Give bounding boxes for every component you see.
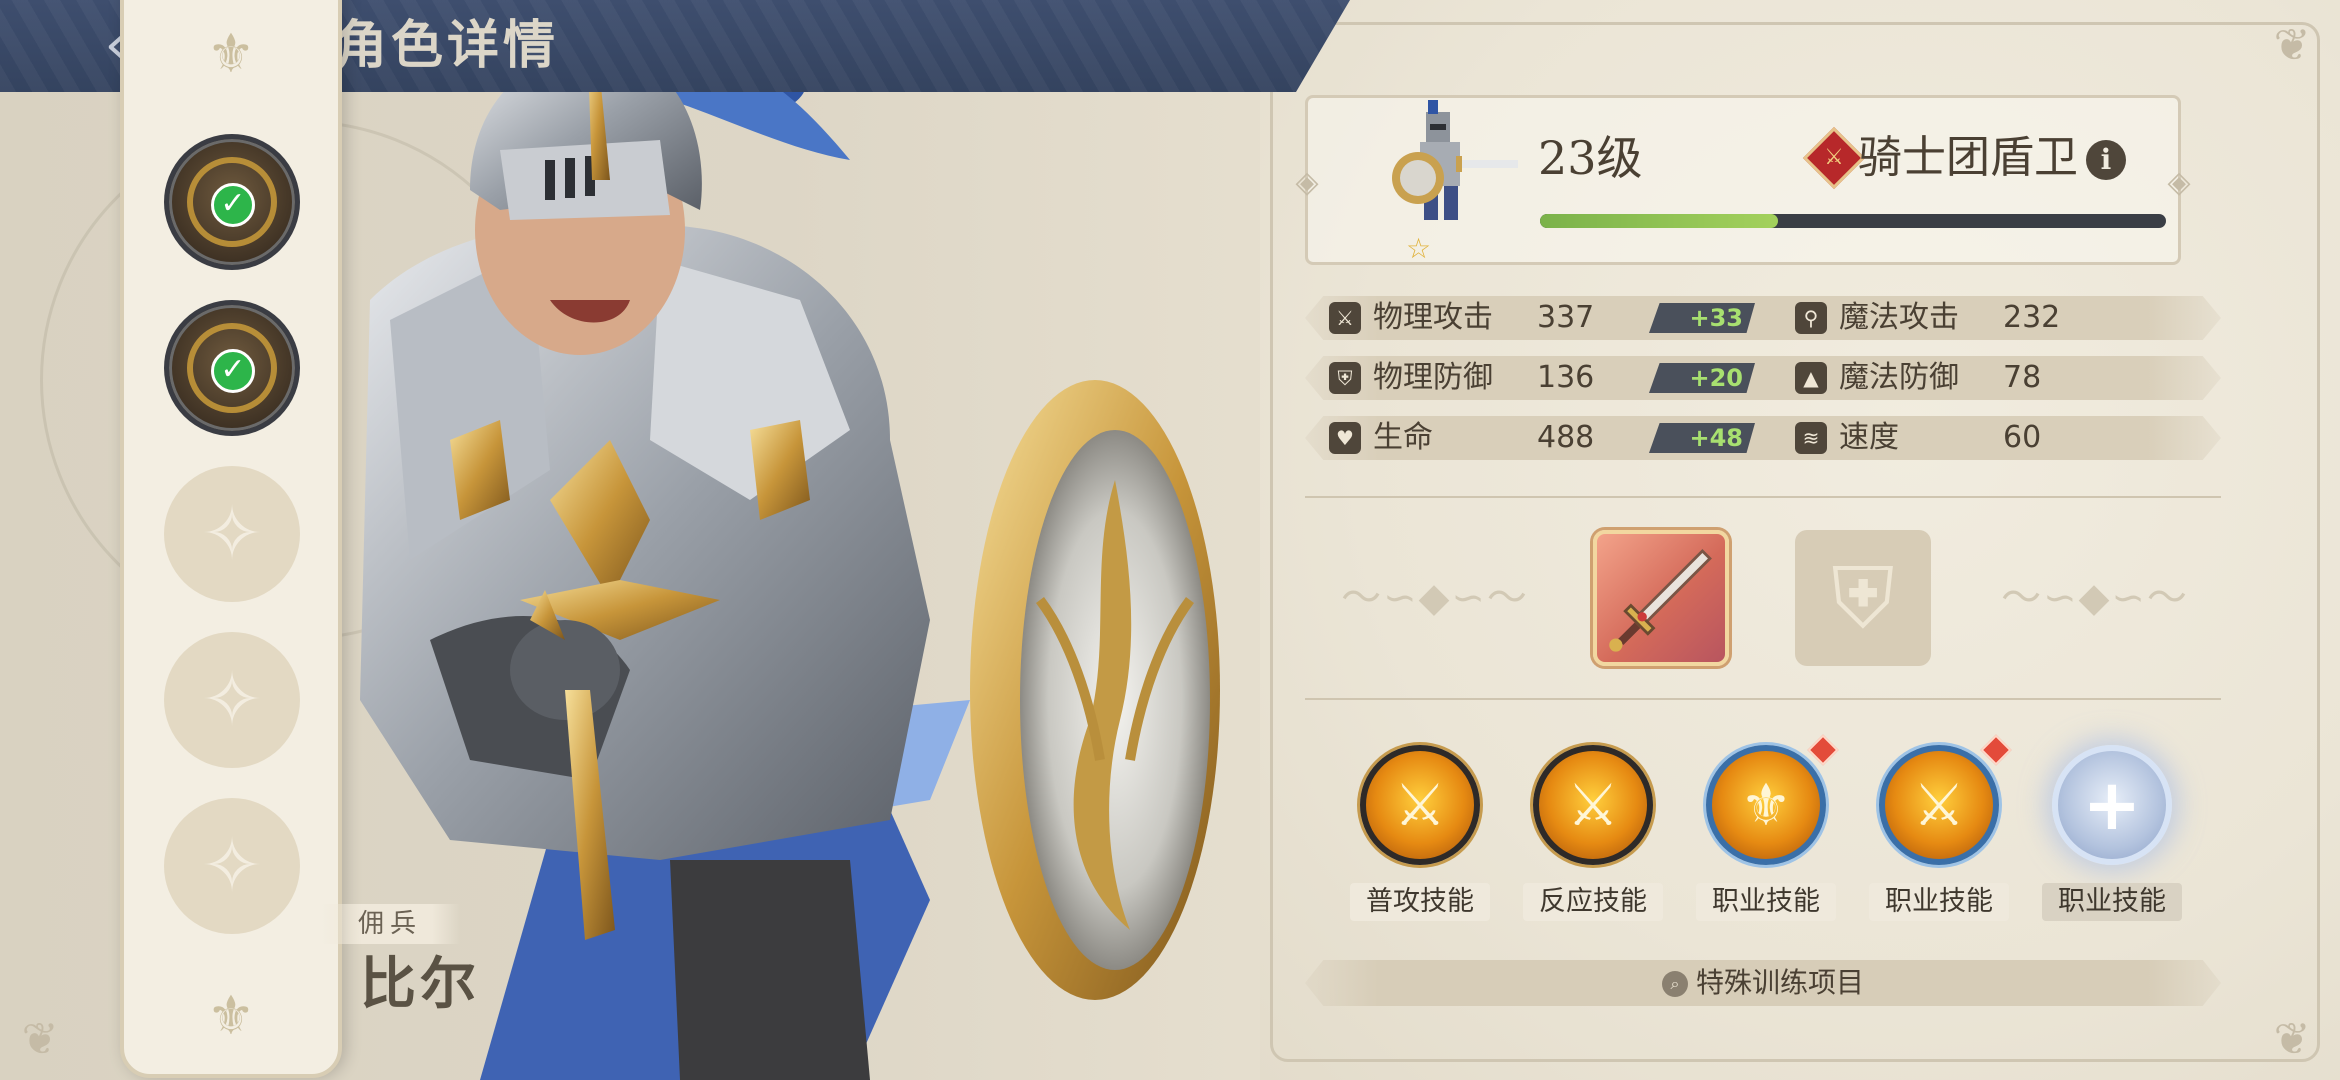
sidebar-slot-empty[interactable]: ✧ — [164, 798, 300, 934]
fleur-de-lis-icon: ⚜ — [206, 984, 256, 1047]
armor-slot[interactable]: ⛨ — [1795, 530, 1931, 666]
empty-shield-slot-icon: ⛨ — [1831, 549, 1895, 647]
skill-label: 职业技能 — [1696, 883, 1836, 921]
stat-value: 232 — [2003, 300, 2061, 335]
knight-class-icon: ⚔ — [1802, 126, 1866, 190]
experience-bar — [1540, 214, 2166, 228]
special-training-button[interactable]: ⌕ 特殊训练项目 — [1305, 960, 2221, 1006]
hero-portrait — [360, 13, 1220, 1080]
sword-skill-icon: ⚔ — [1360, 745, 1480, 865]
stat-label: 速度 — [1839, 420, 1899, 455]
stat-bonus: +20 — [1649, 363, 1755, 393]
scroll-ornament-icon: ～∽◆∽～ — [2001, 575, 2189, 621]
scroll-ornament-icon: ～∽◆∽～ — [1341, 575, 1529, 621]
sidebar: ⚜ ✓ ✓ ✧ ✧ ✧ ⚜ — [120, 0, 342, 1078]
stat-label: 魔法防御 — [1839, 360, 1959, 395]
info-card: ◈ ◈ ☆ 23级 ⚔ 骑士团盾卫 i — [1295, 95, 2191, 265]
wizard-hat-icon: ▲ — [1795, 362, 1827, 394]
corner-ornament-icon: ❦ — [21, 1014, 59, 1065]
experience-bar-fill — [1540, 214, 1778, 228]
stat-value: 136 — [1537, 360, 1595, 395]
sidebar-slot-empty[interactable]: ✧ — [164, 632, 300, 768]
corner-ornament-icon: ❦ — [2273, 20, 2311, 71]
stat-label: 物理防御 — [1373, 360, 1493, 395]
weapon-slot[interactable] — [1593, 530, 1729, 666]
divider — [1305, 496, 2221, 498]
skill-reaction[interactable]: ⚔ 反应技能 — [1523, 745, 1663, 925]
sidebar-slot-sword-emblem[interactable]: ✓ — [164, 134, 300, 270]
sidebar-slot-empty[interactable]: ✧ — [164, 466, 300, 602]
skill-label: 普攻技能 — [1350, 883, 1490, 921]
skill-normal-attack[interactable]: ⚔ 普攻技能 — [1350, 745, 1490, 925]
sword-icon: ⚔ — [1329, 302, 1361, 334]
add-skill-icon: + — [2052, 745, 2172, 865]
shield-crest-skill-icon: ⚜ — [1706, 745, 1826, 865]
stat-value: 78 — [2003, 360, 2042, 395]
stat-label: 魔法攻击 — [1839, 300, 1959, 335]
fleur-de-lis-icon: ⚜ — [206, 22, 256, 85]
card-ornament-icon: ◈ — [2167, 165, 2191, 200]
stats-panel: ⚔ 物理攻击 337 +33 ⚲ 魔法攻击 232 ⛨ 物理防御 136 +20… — [1305, 296, 2221, 466]
wing-icon: ≋ — [1795, 422, 1827, 454]
stat-value: 60 — [2003, 420, 2042, 455]
check-icon: ✓ — [211, 183, 255, 227]
stat-value: 337 — [1537, 300, 1595, 335]
skill-label: 职业技能 — [2042, 883, 2182, 921]
hero-category: 佣兵 — [320, 904, 460, 944]
star-icon: ☆ — [1406, 232, 1432, 265]
hero-sprite — [1392, 100, 1518, 220]
stat-value: 488 — [1537, 420, 1595, 455]
sparkle-staff-icon: ✧ — [200, 657, 263, 743]
stat-speed: ≋ 速度 60 — [1795, 416, 2195, 460]
check-icon: ✓ — [211, 349, 255, 393]
hero-name: 比尔 — [360, 952, 480, 1017]
heart-icon: ♥ — [1329, 422, 1361, 454]
staff-icon: ⚲ — [1795, 302, 1827, 334]
stat-magic-attack: ⚲ 魔法攻击 232 — [1795, 296, 2195, 340]
skill-label: 职业技能 — [1869, 883, 2009, 921]
stat-label: 生命 — [1373, 420, 1433, 455]
search-icon: ⌕ — [1661, 971, 1688, 997]
sword-skill-icon: ⚔ — [1879, 745, 1999, 865]
stat-bonus: +48 — [1649, 423, 1755, 453]
stat-physical-attack: ⚔ 物理攻击 337 +33 — [1329, 296, 1769, 340]
stat-magic-defense: ▲ 魔法防御 78 — [1795, 356, 2195, 400]
class-name: 骑士团盾卫 — [1858, 132, 2078, 183]
stat-hp: ♥ 生命 488 +48 — [1329, 416, 1769, 460]
sparkle-staff-icon: ✧ — [200, 491, 263, 577]
skill-class-1[interactable]: ⚜ 职业技能 — [1696, 734, 1839, 925]
level-text: 23级 — [1538, 131, 1643, 185]
sword-skill-icon: ⚔ — [1533, 745, 1653, 865]
shield-icon: ⛨ — [1329, 362, 1361, 394]
page-title: 角色详情 — [335, 16, 560, 76]
stat-bonus: +33 — [1649, 303, 1755, 333]
skill-label: 反应技能 — [1523, 883, 1663, 921]
divider — [1305, 698, 2221, 700]
sparkle-staff-icon: ✧ — [200, 823, 263, 909]
sword-equipment-icon — [1609, 548, 1712, 652]
info-icon[interactable]: i — [2086, 140, 2126, 180]
stat-physical-defense: ⛨ 物理防御 136 +20 — [1329, 356, 1769, 400]
corner-ornament-icon: ❦ — [2273, 1014, 2311, 1065]
card-ornament-icon: ◈ — [1295, 165, 1319, 200]
special-training-label: 特殊训练项目 — [1695, 966, 1864, 999]
skill-class-3[interactable]: + 职业技能 — [2042, 745, 2182, 925]
skill-class-2[interactable]: ⚔ 职业技能 — [1869, 734, 2012, 925]
stat-label: 物理攻击 — [1373, 300, 1493, 335]
sidebar-slot-shield-emblem[interactable]: ✓ — [164, 300, 300, 436]
